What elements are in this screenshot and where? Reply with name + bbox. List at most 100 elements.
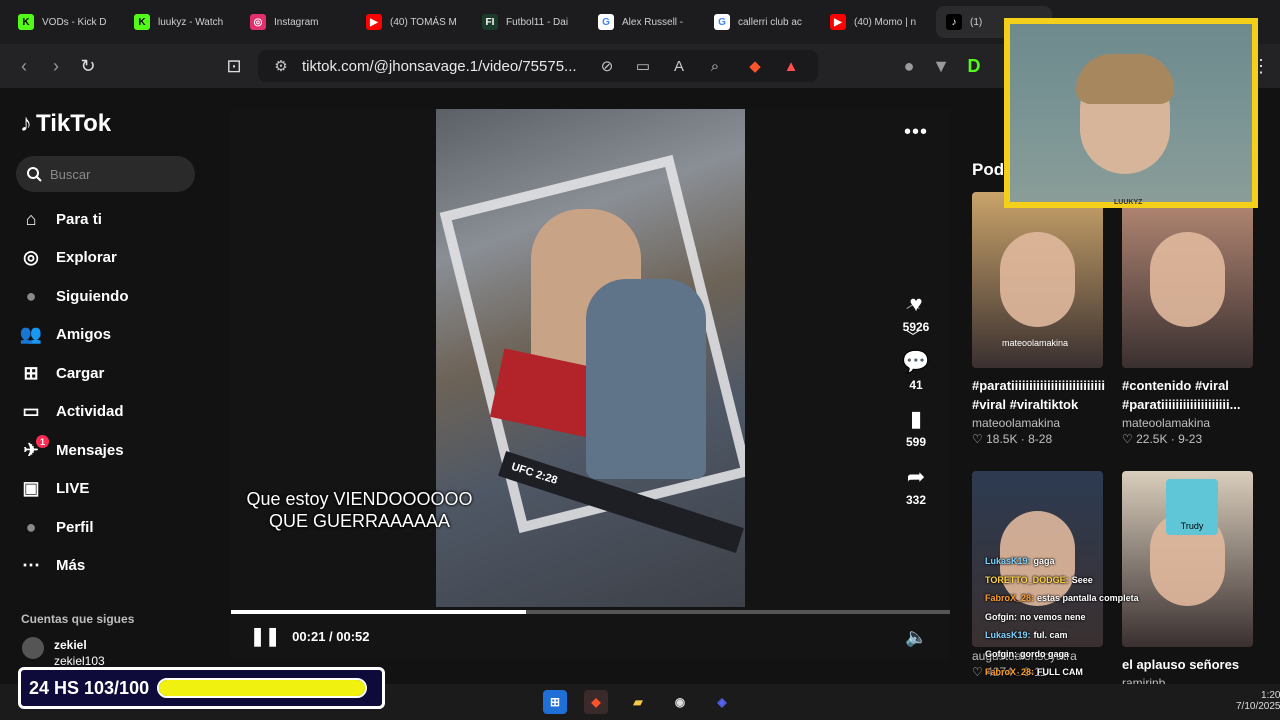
referee-figure [586,279,706,479]
reader-icon[interactable]: ⊘ [596,57,618,75]
save-count: 599 [905,435,927,449]
browser-tab[interactable]: G Alex Russell - [588,6,704,38]
browser-tab[interactable]: Kluukyz - Watch [124,6,240,38]
goal-label: 24 HS 103/100 [29,677,150,698]
video-card[interactable]: Trudy el aplauso señores ramirinb [1122,471,1253,690]
pause-icon[interactable]: ❚❚ [250,626,280,647]
sidebar-item-label: LIVE [56,480,90,498]
browser-tab[interactable]: Gcallerri club ac [704,6,820,38]
sidebar-item-explorar[interactable]: ◎ Explorar [18,239,218,278]
video-stats: ♡ 18.5K · 8-28 [972,432,1053,446]
video-frame[interactable]: UFC 2:28 [436,109,745,607]
volume-icon[interactable]: 🔈 [905,627,927,648]
chat-message: FabroX_28: estas pantalla completa [985,593,1139,603]
sidebar-item-mensajes[interactable]: ✈ Mensajes 1 [18,431,218,470]
browser-tab[interactable]: ▶ (40) Momo | n [820,6,936,38]
tiktok-icon: ♪ [946,14,962,30]
video-thumbnail[interactable] [1122,192,1253,368]
video-player[interactable]: UFC 2:28 ••• [231,109,950,660]
discord-icon[interactable]: ◈ [710,690,734,714]
back-icon[interactable]: ‹ [8,50,40,82]
comment-button[interactable]: 💬 41 [895,346,937,404]
site-settings-icon[interactable]: ⚙ [270,57,292,75]
share-button[interactable]: ➦ 332 [895,461,937,519]
video-card[interactable]: #contenido #viral #paratiiiiiiiiiiiiiiii… [1122,192,1253,446]
sidebar-item-live[interactable]: ▣ LIVE [18,470,218,509]
zoom-icon[interactable]: ⌕ [704,58,726,75]
more-options-icon[interactable]: ••• [904,121,928,144]
sidebar-menu: ⌂ Para ti ◎ Explorar ● Siguiendo 👥 Amigos ⊞ Carga… [18,200,218,585]
streamer-webcam [1004,18,1258,208]
brave-browser-icon[interactable]: ◆ [584,690,608,714]
extension-icon[interactable]: D [958,50,990,82]
sidebar-item-label: Mensajes [56,441,124,459]
youtube-icon: ▶ [830,14,846,30]
brave-shields-icon[interactable]: ◆ [744,57,766,75]
caption-line-1: Que estoy VIENDOOOOOO [246,489,473,509]
extension-icon[interactable]: ▼ [925,50,957,82]
sidebar-item-para-ti[interactable]: ⌂ Para ti [18,200,218,239]
taskbar-clock[interactable]: 1:20 7/10/2025 [1236,690,1280,712]
sidebar-item-cargar[interactable]: ⊞ Cargar [18,354,218,393]
sidebar-item-actividad[interactable]: ▭ Actividad [18,393,218,432]
share-icon: ➦ [906,463,926,489]
video-thumbnail[interactable]: mateoolamakina [972,192,1103,368]
chat-message: TORETTO_DODGE: Seee [985,575,1093,585]
tiktok-logo[interactable]: ♪ TikTok [20,110,111,138]
thumbnail-person [1000,232,1075,327]
browser-tab[interactable]: ◎ Instagram [240,6,356,38]
file-explorer-icon[interactable]: ▰ [626,690,650,714]
chat-text: ful. cam [1033,630,1068,640]
extension-icon[interactable]: ● [893,50,925,82]
bookmark-icon[interactable]: ⊡ [218,50,250,82]
translate-icon[interactable]: A [668,58,690,75]
tiktok-note-icon: ♪ [20,110,32,137]
video-thumbnail[interactable]: Trudy [1122,471,1253,647]
video-card[interactable]: mateoolamakina #paratiiiiiiiiiiiiiiiiiiii… [972,192,1105,446]
video-stats: ♡ 22.5K · 9-23 [1122,432,1203,446]
search-box[interactable] [16,156,195,192]
video-description: #paratiiiiiiiiiiiiiiiiiiiiiiiiii #viral … [972,378,1105,412]
cast-icon[interactable]: ▭ [632,57,654,75]
browser-tab[interactable]: K VODs - Kick D [8,6,124,38]
obs-icon[interactable]: ◉ [668,690,692,714]
tab-title: (40) TOMÁS M [390,16,457,28]
sidebar-item-perfil[interactable]: ● Perfil [18,508,218,547]
youtube-icon: ▶ [366,14,382,30]
friends-icon: 👥 [19,324,43,345]
chat-text: no vemos nene [1020,612,1086,622]
url-text[interactable]: tiktok.com/@jhonsavage.1/video/75575... [302,58,577,75]
logo-text: TikTok [36,110,112,137]
following-user[interactable]: zekiel zekiel103 [22,637,105,669]
video-author[interactable]: mateoolamakina [1122,416,1253,430]
chat-username: FabroX_28: [985,667,1035,677]
search-input[interactable] [50,166,180,182]
video-author[interactable]: mateoolamakina [972,416,1103,430]
tab-title: VODs - Kick D [42,16,107,28]
activity-icon: ▭ [22,401,40,422]
chat-message: Gofgin: gordo gaga [985,649,1069,659]
brave-rewards-icon[interactable]: ▲ [780,58,802,75]
chat-username: LukasK19: [985,630,1031,640]
comment-icon: 💬 [902,348,930,374]
tab-title: Alex Russell - [622,16,684,28]
video-caption: Que estoy VIENDOOOOOO QUE GUERRAAAAAA [205,488,514,532]
home-icon: ⌂ [25,208,37,229]
sidebar-item-siguiendo[interactable]: ● Siguiendo [18,277,218,316]
upload-icon: ⊞ [23,362,39,383]
live-icon: ▣ [22,478,40,499]
notification-badge: 1 [36,435,49,448]
forward-icon[interactable]: › [40,50,72,82]
windows-start-icon[interactable]: ⊞ [543,690,567,714]
like-button[interactable]: ♥ 5926 [895,288,937,346]
kick-icon: K [134,14,150,30]
sidebar-item-más[interactable]: ⋯ Más [18,547,218,586]
sidebar-item-amigos[interactable]: 👥 Amigos [18,316,218,355]
browser-tab[interactable]: FI Futbol11 - Dai [472,6,588,38]
save-button[interactable]: ▮ 599 [895,403,937,461]
browser-tab[interactable]: ▶ (40) TOMÁS M [356,6,472,38]
tab-title: (40) Momo | n [854,16,917,28]
video-progress-bar[interactable] [231,610,950,614]
address-bar[interactable]: ⚙ tiktok.com/@jhonsavage.1/video/75575..… [258,50,818,82]
reload-icon[interactable]: ↻ [72,50,104,82]
